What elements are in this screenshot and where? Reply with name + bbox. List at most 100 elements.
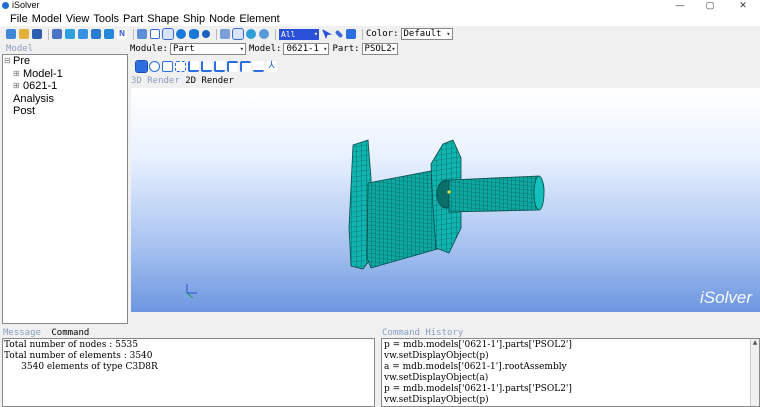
box-select-icon[interactable] bbox=[346, 29, 356, 39]
cube-top-icon[interactable] bbox=[78, 29, 88, 39]
tree-item-label: 0621-1 bbox=[23, 80, 58, 92]
message-tabs: Message Command bbox=[3, 328, 94, 338]
message-output[interactable]: Total number of nodes : 5535 Total numbe… bbox=[2, 338, 375, 407]
sphere-icon[interactable] bbox=[176, 29, 186, 39]
view-bottom-icon[interactable] bbox=[253, 60, 264, 72]
tree-item-label: Analysis bbox=[13, 92, 54, 105]
scroll-up-icon[interactable]: ▲ bbox=[751, 339, 759, 347]
zoom-box-icon[interactable] bbox=[162, 60, 173, 72]
tree-item-label: Post bbox=[13, 105, 36, 117]
point-icon[interactable] bbox=[202, 30, 210, 38]
expand-icon[interactable]: ⊞ bbox=[13, 68, 20, 81]
tree-item-post[interactable]: Post bbox=[3, 105, 127, 118]
menu-view[interactable]: View bbox=[66, 13, 90, 25]
history-line: p = mdb.models['0621-1'].parts['PSOL2'] bbox=[384, 384, 572, 394]
model-tab[interactable]: Model bbox=[0, 44, 128, 54]
part-label: Part: bbox=[332, 44, 360, 54]
selection-filter-dropdown[interactable]: All bbox=[279, 28, 319, 40]
fit-view-icon[interactable] bbox=[137, 29, 147, 39]
view-iso-icon[interactable]: ⅄ bbox=[266, 60, 277, 72]
tree-item-model-1[interactable]: ⊞ Model-1 bbox=[3, 68, 127, 81]
message-line: Total number of nodes : 5535 bbox=[4, 340, 139, 350]
new-file-icon[interactable] bbox=[6, 29, 16, 39]
render-tabs: 3D Render 2D Render bbox=[131, 76, 234, 86]
shaft-end bbox=[533, 175, 545, 211]
tree-item-label: Model-1 bbox=[23, 67, 63, 80]
tree-item-analysis[interactable]: Analysis bbox=[3, 93, 127, 106]
collapse-icon[interactable]: ⊟ bbox=[4, 55, 11, 68]
model-label: Model: bbox=[248, 44, 282, 54]
main-toolbar: N All Color: Default bbox=[0, 27, 760, 41]
shaded-icon[interactable] bbox=[246, 29, 256, 39]
cube-view-icon[interactable] bbox=[52, 29, 62, 39]
toolbar-separator bbox=[362, 28, 363, 40]
3d-viewport[interactable]: iSolver bbox=[131, 88, 760, 312]
shaft bbox=[448, 175, 545, 213]
pan-hand-icon[interactable] bbox=[135, 59, 148, 73]
history-line: vw.setDisplayObject(p) bbox=[384, 395, 489, 405]
ellipsoid-icon[interactable] bbox=[189, 29, 199, 39]
view-back-icon[interactable] bbox=[201, 60, 212, 72]
tab-command[interactable]: Command bbox=[51, 328, 89, 338]
tab-3d-render[interactable]: 3D Render bbox=[131, 76, 180, 86]
rotate-icon[interactable] bbox=[149, 60, 160, 72]
menu-ship[interactable]: Ship bbox=[183, 13, 205, 25]
command-history-list[interactable]: p = mdb.models['0621-1'].parts['PSOL2'] … bbox=[381, 338, 760, 407]
color-dropdown[interactable]: Default bbox=[400, 28, 453, 40]
color-label: Color: bbox=[366, 29, 399, 39]
history-scrollbar[interactable]: ▲ bbox=[750, 339, 759, 406]
menu-node[interactable]: Node bbox=[209, 13, 235, 25]
cube-iso-icon[interactable] bbox=[104, 29, 114, 39]
cube-side-icon[interactable] bbox=[91, 29, 101, 39]
tab-2d-render[interactable]: 2D Render bbox=[185, 76, 234, 86]
base-plate bbox=[366, 169, 442, 269]
save-icon[interactable] bbox=[32, 29, 42, 39]
view-left-icon[interactable] bbox=[214, 60, 225, 72]
tree-item-pre[interactable]: ⊟ Pre bbox=[3, 55, 127, 68]
menu-element[interactable]: Element bbox=[239, 13, 279, 25]
history-line: p = mdb.models['0621-1'].parts['PSOL2'] bbox=[384, 340, 572, 350]
view-right-icon[interactable] bbox=[227, 60, 238, 72]
node-marker bbox=[447, 190, 451, 194]
view-front-icon[interactable] bbox=[188, 60, 199, 72]
diagonal-select-icon[interactable] bbox=[162, 28, 174, 40]
toolbar-separator bbox=[48, 28, 49, 40]
part-mesh-render bbox=[186, 139, 545, 299]
wireframe-icon[interactable] bbox=[232, 28, 244, 40]
hidden-line-icon[interactable] bbox=[259, 29, 269, 39]
view-toolbar: ⅄ bbox=[135, 59, 279, 73]
tab-message[interactable]: Message bbox=[3, 328, 41, 338]
module-label: Module: bbox=[130, 44, 168, 54]
module-dropdown[interactable]: Part bbox=[169, 43, 246, 55]
normal-view-icon[interactable]: N bbox=[117, 29, 127, 39]
minimize-button[interactable]: — bbox=[665, 0, 695, 11]
tree-item-label: Pre bbox=[13, 55, 31, 67]
axis-icon[interactable] bbox=[150, 29, 160, 39]
part-dropdown[interactable]: PSOL2 bbox=[361, 43, 398, 55]
history-line: a = mdb.models['0621-1'].rootAssembly bbox=[384, 362, 567, 372]
title-bar: iSolver — ▢ ✕ bbox=[0, 0, 760, 11]
toolbar-separator bbox=[275, 28, 276, 40]
history-line: vw.setDisplayObject(a) bbox=[384, 373, 489, 383]
cursor-select-icon[interactable] bbox=[322, 29, 332, 39]
command-history-tab[interactable]: Command History bbox=[382, 328, 463, 338]
open-folder-icon[interactable] bbox=[19, 29, 29, 39]
menu-model[interactable]: Model bbox=[32, 13, 62, 25]
menu-shape[interactable]: Shape bbox=[147, 13, 179, 25]
pen-icon[interactable] bbox=[334, 29, 344, 39]
cube-front-icon[interactable] bbox=[65, 29, 75, 39]
close-button[interactable]: ✕ bbox=[728, 0, 758, 11]
menu-part[interactable]: Part bbox=[123, 13, 143, 25]
tree-item-0621-1[interactable]: ⊞ 0621-1 bbox=[3, 80, 127, 93]
mesh-grid-icon[interactable] bbox=[220, 29, 230, 39]
maximize-button[interactable]: ▢ bbox=[695, 0, 725, 11]
message-line: Total number of elements : 3540 bbox=[4, 351, 153, 361]
history-line: vw.setDisplayObject(p) bbox=[384, 351, 489, 361]
context-bar: Module: Part Model: 0621-1 Part: PSOL2 bbox=[130, 43, 398, 55]
fit-all-icon[interactable] bbox=[175, 60, 186, 72]
model-dropdown[interactable]: 0621-1 bbox=[283, 43, 330, 55]
view-top-icon[interactable] bbox=[240, 60, 251, 72]
expand-icon[interactable]: ⊞ bbox=[13, 80, 20, 93]
menu-file[interactable]: File bbox=[10, 13, 28, 25]
menu-tools[interactable]: Tools bbox=[93, 13, 119, 25]
